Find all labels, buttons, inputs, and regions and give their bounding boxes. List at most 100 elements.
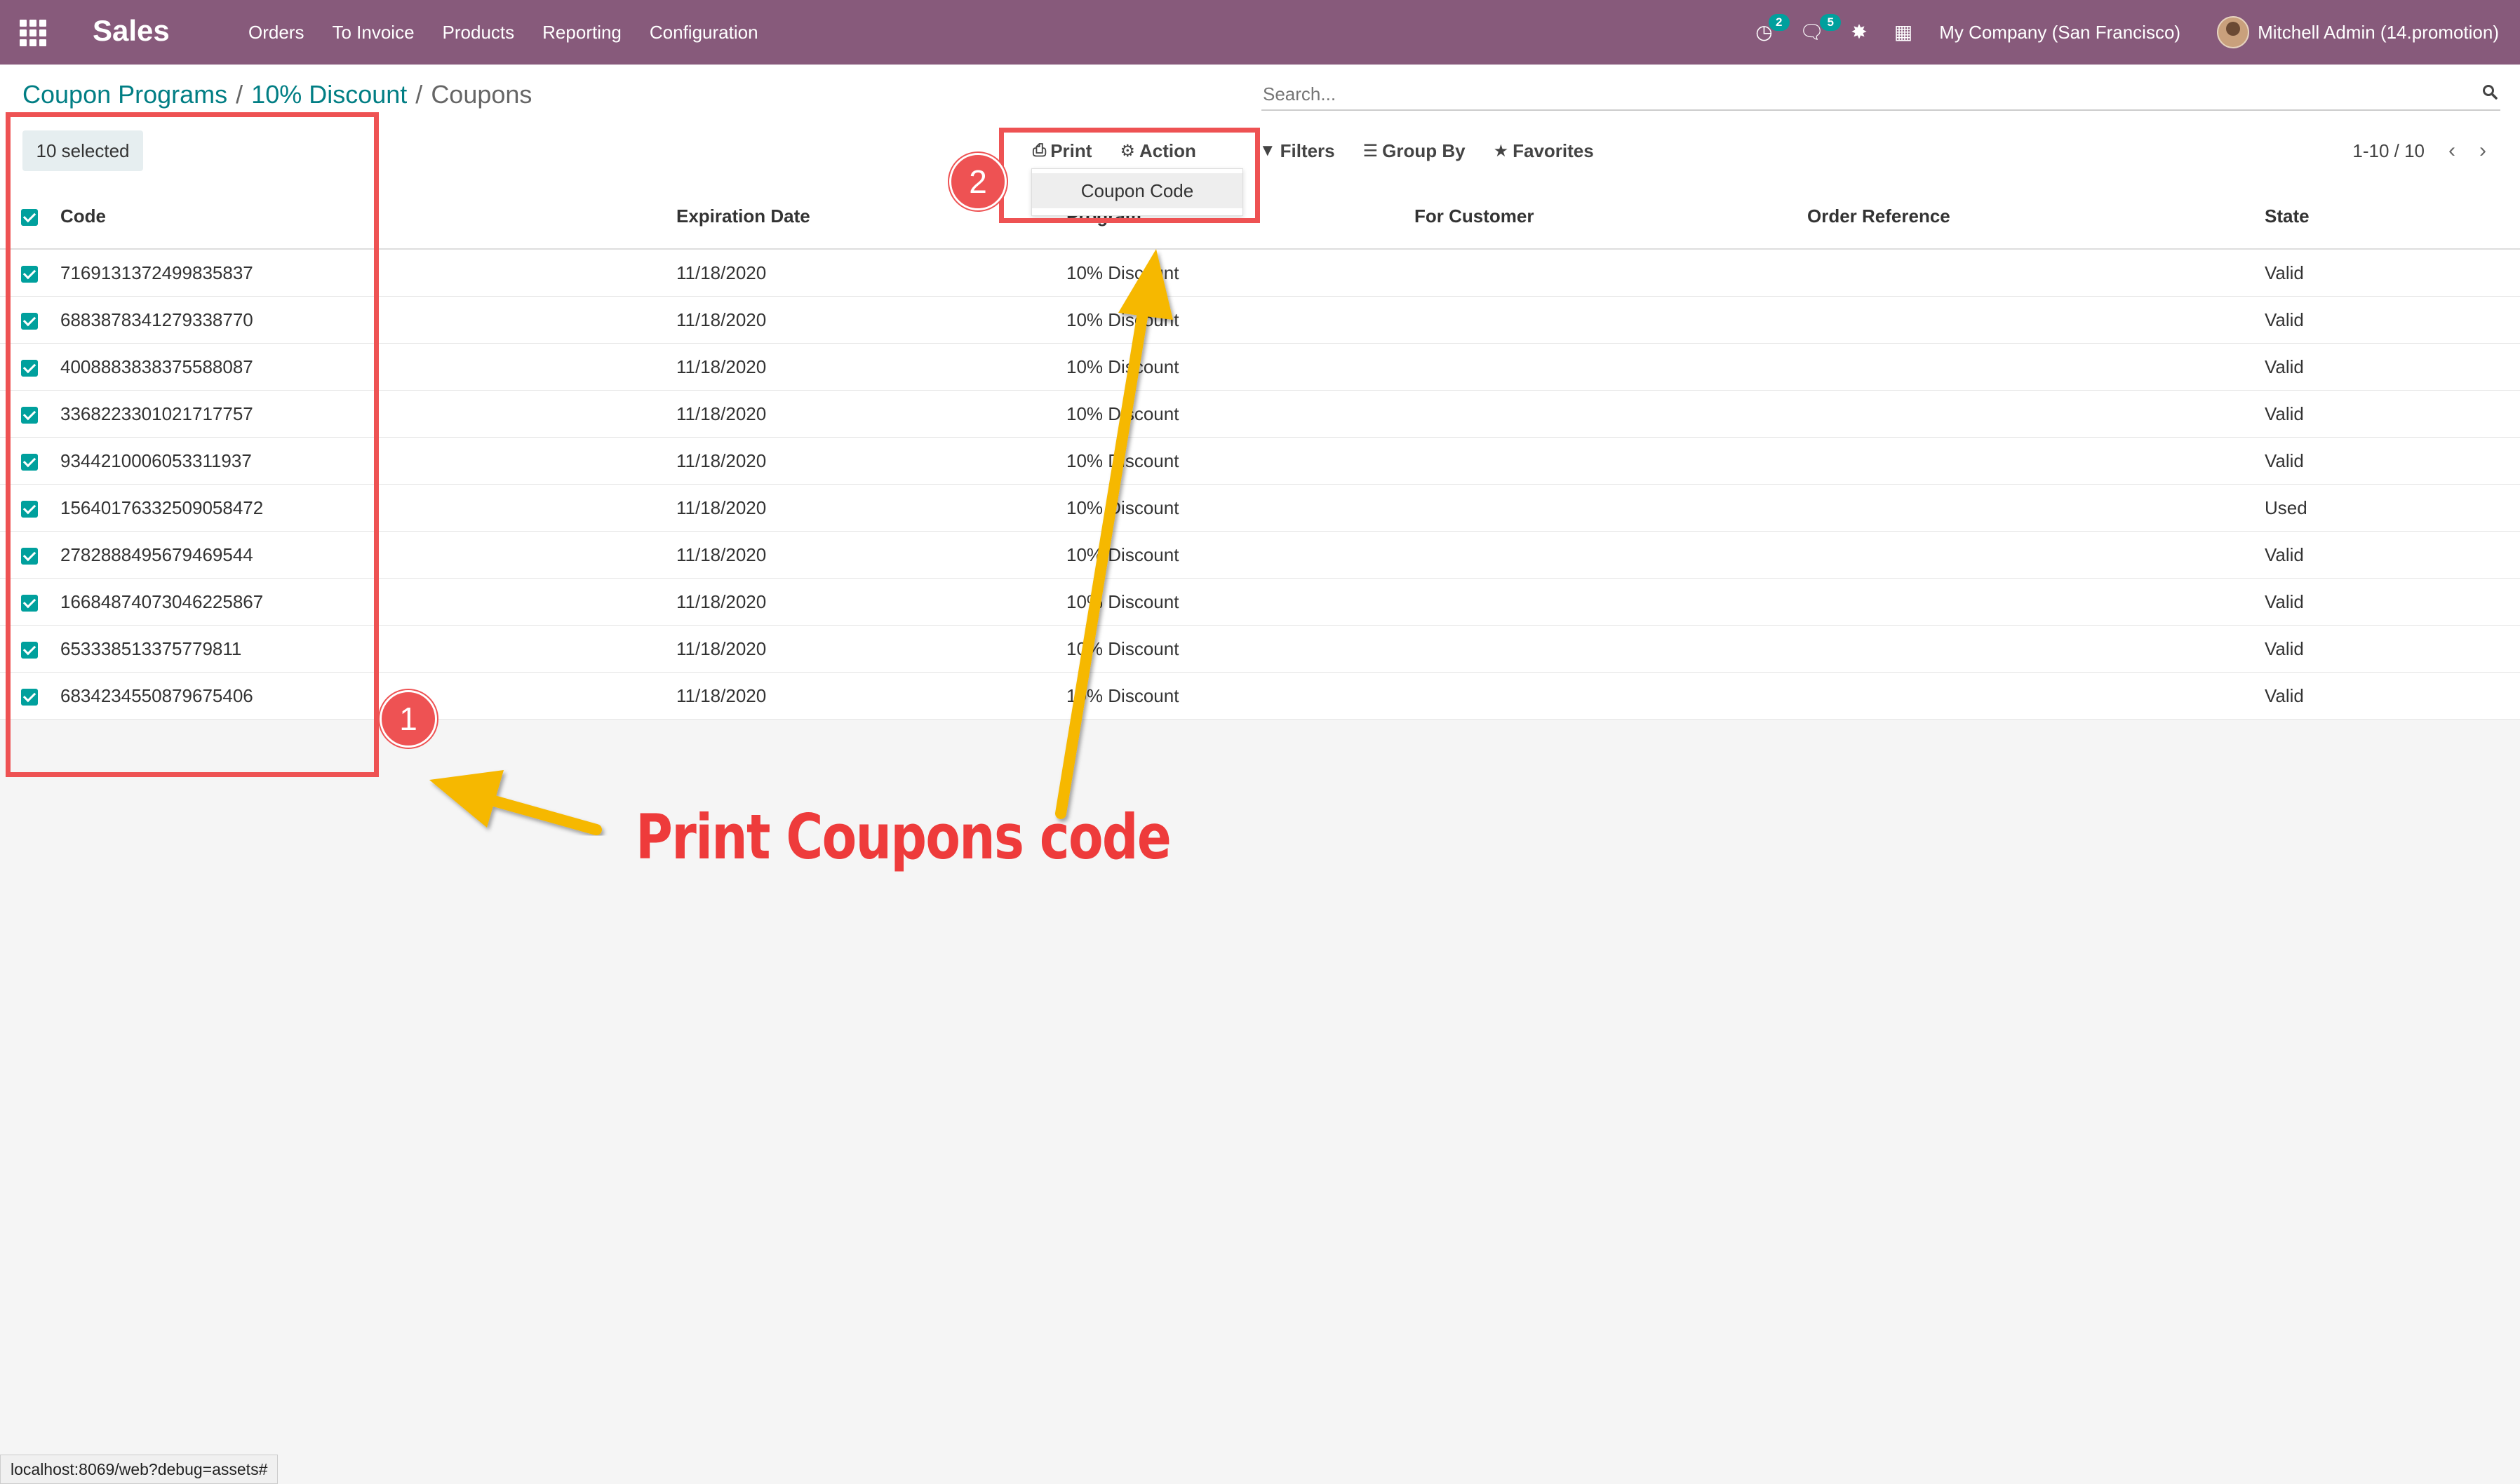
column-header-for-customer[interactable]: For Customer xyxy=(1414,184,1807,250)
cell-state: Valid xyxy=(2265,296,2520,344)
gift-icon[interactable]: ▦ xyxy=(1894,0,1912,65)
column-header-order-reference[interactable]: Order Reference xyxy=(1807,184,2265,250)
cell-state: Used xyxy=(2265,484,2520,532)
user-avatar[interactable] xyxy=(2217,16,2250,48)
cell-for-customer xyxy=(1414,625,1807,673)
cell-expiration-date: 11/18/2020 xyxy=(676,343,1066,391)
bars-icon: ☰ xyxy=(1362,141,1379,161)
cell-order-reference xyxy=(1807,343,2265,391)
cell-expiration-date: 11/18/2020 xyxy=(676,672,1066,720)
cell-program: 10% Discount xyxy=(1066,484,1414,532)
cell-for-customer xyxy=(1414,672,1807,720)
cell-order-reference xyxy=(1807,437,2265,485)
cell-for-customer xyxy=(1414,249,1807,297)
cell-program: 10% Discount xyxy=(1066,578,1414,626)
cell-expiration-date: 11/18/2020 xyxy=(676,578,1066,626)
cell-for-customer xyxy=(1414,578,1807,626)
cell-expiration-date: 11/18/2020 xyxy=(676,625,1066,673)
menu-orders[interactable]: Orders xyxy=(248,22,304,43)
search-input[interactable] xyxy=(1261,80,2455,108)
cell-for-customer xyxy=(1414,390,1807,438)
debug-bug-icon[interactable]: ✸ xyxy=(1851,0,1867,65)
menu-reporting[interactable]: Reporting xyxy=(542,22,622,43)
group-by-label: Group By xyxy=(1382,140,1466,161)
messages-chat-icon[interactable]: 🗨 5 xyxy=(1799,0,1842,65)
filters-button[interactable]: ▼ Filters xyxy=(1259,140,1335,162)
cell-state: Valid xyxy=(2265,578,2520,626)
pager: 1-10 / 10 ‹ › xyxy=(2352,133,2486,168)
cell-program: 10% Discount xyxy=(1066,531,1414,579)
messages-badge: 5 xyxy=(1820,14,1842,31)
cell-order-reference xyxy=(1807,390,2265,438)
cell-order-reference xyxy=(1807,578,2265,626)
cell-expiration-date: 11/18/2020 xyxy=(676,437,1066,485)
activity-clock-icon[interactable]: ◷ 2 xyxy=(1755,0,1790,65)
main-menu: Orders To Invoice Products Reporting Con… xyxy=(248,0,786,65)
group-by-button[interactable]: ☰ Group By xyxy=(1363,140,1466,162)
arrow-to-selection xyxy=(429,770,602,835)
cell-state: Valid xyxy=(2265,531,2520,579)
cell-program: 10% Discount xyxy=(1066,249,1414,297)
breadcrumb-separator: / xyxy=(236,80,243,109)
top-navbar: Sales Orders To Invoice Products Reporti… xyxy=(0,0,2520,65)
annotation-number-2: 2 xyxy=(949,153,1007,210)
cell-for-customer xyxy=(1414,531,1807,579)
annotation-box-selection xyxy=(6,112,379,777)
apps-grid-icon[interactable] xyxy=(20,20,46,46)
cell-expiration-date: 11/18/2020 xyxy=(676,296,1066,344)
cell-state: Valid xyxy=(2265,343,2520,391)
cell-expiration-date: 11/18/2020 xyxy=(676,531,1066,579)
favorites-label: Favorites xyxy=(1513,140,1594,161)
app-brand[interactable]: Sales xyxy=(93,11,170,50)
chevron-right-icon[interactable]: › xyxy=(2479,139,2486,163)
breadcrumb-current: Coupons xyxy=(431,80,532,109)
cell-program: 10% Discount xyxy=(1066,296,1414,344)
cell-state: Valid xyxy=(2265,625,2520,673)
search-icon[interactable] xyxy=(2482,84,2498,100)
cell-for-customer xyxy=(1414,484,1807,532)
breadcrumb: Coupon Programs / 10% Discount / Coupons xyxy=(22,80,532,109)
favorites-button[interactable]: ★ Favorites xyxy=(1494,140,1594,162)
filters-label: Filters xyxy=(1280,140,1335,161)
cell-program: 10% Discount xyxy=(1066,390,1414,438)
star-icon: ★ xyxy=(1493,141,1509,161)
filter-funnel-icon: ▼ xyxy=(1259,141,1276,160)
breadcrumb-10-discount[interactable]: 10% Discount xyxy=(251,80,407,109)
cell-order-reference xyxy=(1807,531,2265,579)
cell-program: 10% Discount xyxy=(1066,672,1414,720)
cell-expiration-date: 11/18/2020 xyxy=(676,249,1066,297)
annotation-number-1: 1 xyxy=(380,690,437,748)
cell-expiration-date: 11/18/2020 xyxy=(676,390,1066,438)
column-header-state[interactable]: State xyxy=(2265,184,2520,250)
cell-state: Valid xyxy=(2265,672,2520,720)
cell-state: Valid xyxy=(2265,249,2520,297)
menu-configuration[interactable]: Configuration xyxy=(650,22,758,43)
cell-order-reference xyxy=(1807,484,2265,532)
cell-for-customer xyxy=(1414,437,1807,485)
cell-order-reference xyxy=(1807,672,2265,720)
browser-status-bar: localhost:8069/web?debug=assets# xyxy=(0,1455,279,1484)
cell-state: Valid xyxy=(2265,437,2520,485)
chevron-left-icon[interactable]: ‹ xyxy=(2448,139,2455,163)
cell-program: 10% Discount xyxy=(1066,437,1414,485)
user-menu[interactable]: Mitchell Admin (14.promotion) xyxy=(2258,22,2499,43)
cell-state: Valid xyxy=(2265,390,2520,438)
breadcrumb-coupon-programs[interactable]: Coupon Programs xyxy=(22,80,227,109)
cell-program: 10% Discount xyxy=(1066,625,1414,673)
menu-products[interactable]: Products xyxy=(443,22,515,43)
cell-program: 10% Discount xyxy=(1066,343,1414,391)
search-bar xyxy=(1261,80,2500,111)
pager-value[interactable]: 1-10 / 10 xyxy=(2352,140,2425,162)
company-switcher[interactable]: My Company (San Francisco) xyxy=(1939,22,2180,43)
cell-expiration-date: 11/18/2020 xyxy=(676,484,1066,532)
cell-order-reference xyxy=(1807,296,2265,344)
cell-order-reference xyxy=(1807,625,2265,673)
systray: ◷ 2 🗨 5 ✸ ▦ My Company (San Francisco) M… xyxy=(1755,0,2499,65)
cell-for-customer xyxy=(1414,296,1807,344)
annotation-box-print-menu xyxy=(999,128,1260,223)
activity-badge: 2 xyxy=(1768,14,1790,31)
cell-order-reference xyxy=(1807,249,2265,297)
cell-for-customer xyxy=(1414,343,1807,391)
menu-to-invoice[interactable]: To Invoice xyxy=(332,22,414,43)
breadcrumb-separator: / xyxy=(415,80,423,109)
